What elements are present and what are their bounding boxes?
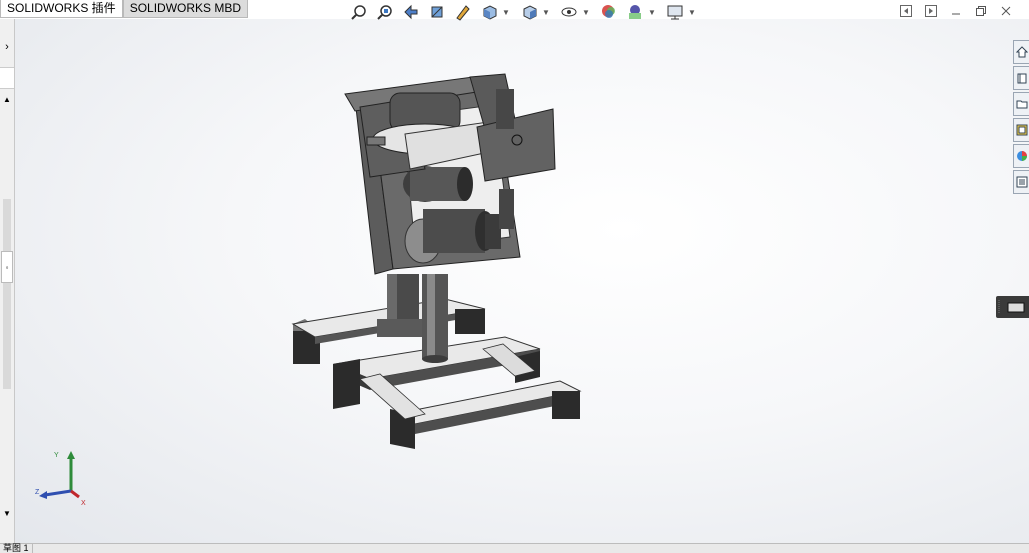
section-view-icon[interactable] [426, 1, 448, 23]
design-library-icon[interactable] [1013, 66, 1029, 90]
flyout-toolbar-handle[interactable] [996, 296, 1029, 318]
view-orientation-dropdown-icon[interactable]: ▼ [502, 1, 510, 23]
close-icon[interactable] [995, 3, 1017, 19]
view-triad[interactable]: Y Z X [35, 449, 95, 509]
display-style-icon[interactable] [518, 1, 540, 23]
restore-icon[interactable] [970, 3, 992, 19]
solidworks-resources-icon[interactable] [1013, 40, 1029, 64]
feature-manager-edge: › ▲ ◦ ▼ [0, 19, 15, 544]
tab-strip: SOLIDWORKS 插件 SOLIDWORKS MBD [0, 0, 249, 19]
expand-panel-icon[interactable]: › [0, 41, 14, 53]
scroll-down-icon[interactable]: ▼ [0, 509, 14, 518]
previous-view-icon[interactable] [400, 1, 422, 23]
triad-y-label: Y [54, 452, 59, 459]
display-style-dropdown-icon[interactable]: ▼ [542, 1, 550, 23]
view-settings-dropdown-icon[interactable]: ▼ [688, 1, 696, 23]
minimize-icon[interactable] [945, 3, 967, 19]
view-orientation-icon[interactable] [478, 1, 500, 23]
scrollbar-thumb[interactable] [3, 199, 11, 389]
edit-appearance-icon[interactable] [598, 1, 620, 23]
robot-arm-model[interactable] [15, 19, 1029, 544]
file-explorer-icon[interactable] [1013, 92, 1029, 116]
support-column [377, 274, 448, 363]
status-bar: 草图 1 [0, 543, 1029, 553]
custom-properties-icon[interactable] [1013, 170, 1029, 194]
hide-show-items-icon[interactable] [558, 1, 580, 23]
graphics-area[interactable]: Y Z X [15, 19, 1029, 544]
splitter-handle[interactable]: ◦ [1, 251, 13, 283]
view-settings-icon[interactable] [664, 1, 686, 23]
panel-field[interactable] [0, 67, 14, 89]
zoom-to-area-icon[interactable] [374, 1, 396, 23]
triad-x-label: X [81, 500, 86, 507]
document-window-controls [892, 3, 1017, 19]
appearances-scenes-icon[interactable] [1013, 144, 1029, 168]
hide-show-dropdown-icon[interactable]: ▼ [582, 1, 590, 23]
view-palette-icon[interactable] [1013, 118, 1029, 142]
zoom-to-fit-icon[interactable] [348, 1, 370, 23]
apply-scene-icon[interactable] [624, 1, 646, 23]
next-window-icon[interactable] [920, 3, 942, 19]
sketch-tab[interactable]: 草图 1 [0, 544, 33, 553]
heads-up-toolbar: ▼ ▼ ▼ ▼ ▼ [346, 0, 702, 24]
tab-solidworks-addins[interactable]: SOLIDWORKS 插件 [0, 0, 123, 18]
tab-solidworks-mbd[interactable]: SOLIDWORKS MBD [122, 0, 249, 18]
dynamic-annotation-icon[interactable] [452, 1, 474, 23]
previous-window-icon[interactable] [895, 3, 917, 19]
task-pane-tabs [1013, 40, 1029, 196]
scroll-up-icon[interactable]: ▲ [0, 95, 14, 104]
apply-scene-dropdown-icon[interactable]: ▼ [648, 1, 656, 23]
triad-z-label: Z [35, 489, 40, 496]
